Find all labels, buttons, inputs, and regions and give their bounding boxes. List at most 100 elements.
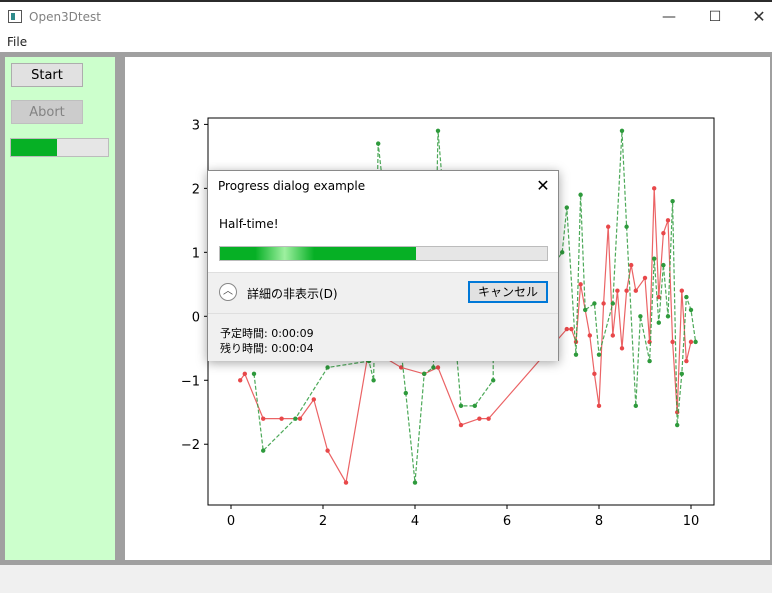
- series-0-point-32: [652, 186, 657, 191]
- series-1-point-3: [325, 365, 330, 370]
- series-1-point-30: [656, 320, 661, 325]
- cancel-button[interactable]: キャンセル: [468, 281, 548, 303]
- series-0-point-34: [661, 230, 666, 236]
- series-0-point-4: [297, 416, 303, 421]
- y-tick-label-1: −1: [181, 374, 200, 389]
- details-line-estimated: 予定時間: 0:00:09: [220, 327, 314, 340]
- series-1-point-35: [679, 371, 684, 377]
- series-1-point-32: [665, 314, 671, 319]
- splitter-handle[interactable]: [115, 57, 125, 560]
- y-tick-label-2: 0: [192, 310, 200, 325]
- series-1-point-16: [560, 250, 565, 255]
- y-tick-label-5: 3: [192, 118, 200, 133]
- series-0-point-5: [311, 397, 316, 402]
- series-1-point-33: [670, 198, 675, 204]
- details-toggle-label[interactable]: 詳細の非表示(D): [247, 285, 338, 302]
- series-0-point-6: [325, 448, 330, 453]
- series-1-point-23: [610, 301, 615, 306]
- series-1-point-26: [633, 403, 638, 409]
- series-0-point-15: [564, 326, 569, 332]
- series-0-point-16: [569, 326, 574, 332]
- series-1-point-13: [472, 403, 477, 409]
- series-0-point-25: [615, 288, 620, 293]
- series-0-point-11: [435, 365, 441, 370]
- series-0-point-3: [279, 416, 284, 421]
- dialog-message: Half-time!: [219, 217, 279, 231]
- series-0-point-13: [477, 416, 482, 421]
- series-1-point-5: [371, 378, 376, 383]
- series-0-point-19: [587, 333, 592, 338]
- series-0-point-1: [242, 371, 247, 377]
- minimize-icon[interactable]: —: [646, 2, 692, 32]
- series-1-point-11: [435, 128, 441, 133]
- series-0-point-24: [610, 333, 615, 338]
- series-0-point-28: [629, 262, 634, 268]
- control-panel: [5, 57, 115, 560]
- series-0-point-14: [486, 416, 491, 421]
- series-1-point-24: [619, 128, 625, 133]
- series-0-point-21: [596, 403, 602, 409]
- series-0-point-40: [688, 339, 694, 345]
- side-progress-fill: [11, 139, 57, 156]
- series-1-point-29: [652, 256, 657, 261]
- series-0-point-27: [624, 288, 629, 293]
- y-tick-label-0: −2: [181, 438, 200, 453]
- series-1-point-34: [675, 422, 680, 428]
- series-0-point-26: [619, 346, 625, 351]
- x-tick-label-4: 8: [595, 514, 603, 529]
- dialog-progress-fill: [220, 247, 417, 260]
- series-0-point-29: [633, 288, 638, 293]
- series-0-point-7: [343, 480, 349, 485]
- series-0-point-23: [606, 224, 611, 229]
- series-0-point-0: [238, 378, 243, 383]
- details-divider: [208, 313, 558, 314]
- series-1-point-38: [693, 339, 698, 345]
- series-1-point-36: [684, 294, 689, 300]
- app-icon: [8, 10, 22, 23]
- side-progress-bar: [10, 138, 109, 157]
- series-1-point-8: [412, 480, 418, 485]
- y-tick-label-4: 2: [192, 182, 200, 197]
- series-0-point-22: [601, 301, 606, 306]
- series-1-point-18: [573, 352, 579, 357]
- close-icon[interactable]: ✕: [736, 2, 772, 32]
- series-1-point-17: [564, 205, 569, 210]
- series-0-point-12: [458, 422, 464, 428]
- abort-button[interactable]: Abort: [11, 100, 83, 124]
- series-1-point-20: [583, 307, 588, 313]
- series-1-point-7: [403, 390, 408, 396]
- series-1-point-10: [431, 365, 436, 370]
- title-bar[interactable]: Open3Dtest — ☐ ✕: [0, 2, 772, 32]
- menu-file[interactable]: File: [7, 35, 27, 49]
- series-1-point-14: [491, 378, 496, 383]
- series-1-point-28: [647, 358, 652, 364]
- x-tick-label-3: 6: [503, 514, 511, 529]
- x-tick-label-2: 4: [411, 514, 419, 529]
- menu-bar: File: [0, 32, 772, 52]
- series-0-point-20: [592, 371, 597, 377]
- dialog-progress-bar: [219, 246, 548, 261]
- x-tick-label-0: 0: [227, 514, 235, 529]
- chevron-up-icon[interactable]: ︿: [219, 283, 237, 301]
- series-0-point-38: [679, 288, 684, 293]
- series-1-point-21: [592, 301, 597, 306]
- y-tick-label-3: 1: [192, 246, 200, 261]
- x-tick-label-5: 10: [683, 514, 700, 529]
- series-0-point-36: [670, 339, 675, 345]
- series-1-point-37: [688, 307, 694, 313]
- series-0-point-35: [665, 218, 671, 223]
- series-0-point-39: [684, 358, 689, 364]
- series-1-point-0: [251, 371, 257, 377]
- dialog-title: Progress dialog example: [218, 179, 366, 193]
- series-0-point-18: [578, 282, 583, 287]
- dialog-close-icon[interactable]: ✕: [529, 173, 557, 199]
- series-1-point-9: [422, 371, 427, 377]
- series-1-point-22: [596, 352, 602, 357]
- series-0-point-30: [642, 275, 648, 281]
- series-1-point-27: [638, 314, 643, 319]
- details-line-remaining: 残り時間: 0:00:04: [220, 342, 314, 355]
- maximize-icon[interactable]: ☐: [692, 2, 738, 32]
- start-button[interactable]: Start: [11, 63, 83, 87]
- series-1-point-1: [261, 448, 266, 453]
- x-tick-label-1: 2: [319, 514, 327, 529]
